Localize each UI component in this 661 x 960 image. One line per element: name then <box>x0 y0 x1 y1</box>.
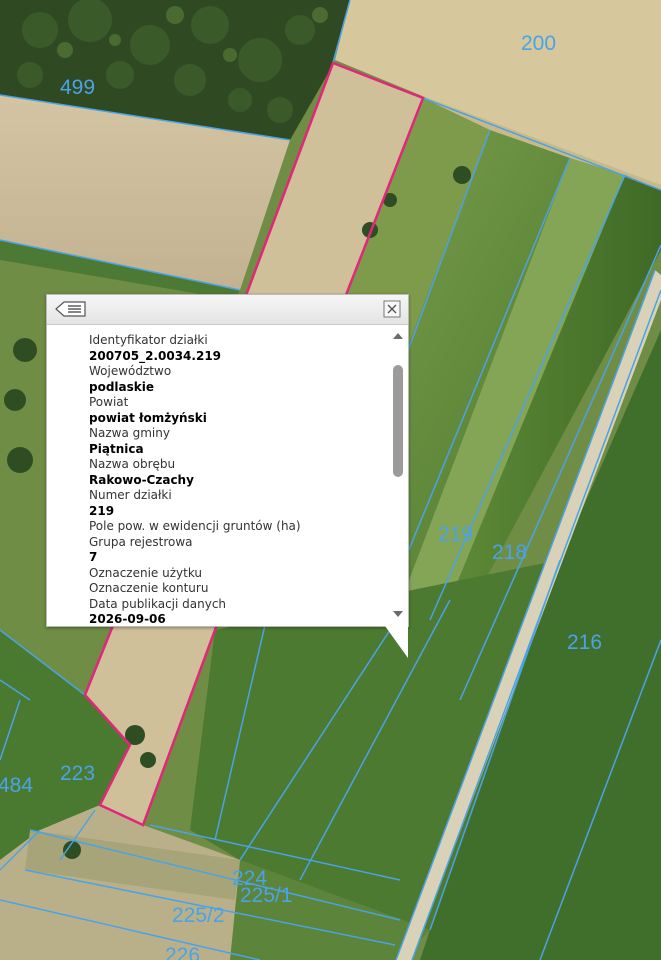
label-identyfikator: Identyfikator działki <box>89 333 208 347</box>
value-grupa-rejestrowa: 7 <box>89 550 98 564</box>
parcel-label-499: 499 <box>60 76 95 99</box>
scroll-thumb[interactable] <box>393 365 403 477</box>
parcel-label-484: 484 <box>0 774 33 797</box>
parcel-info-popup: Identyfikator działki 200705_2.0034.219 … <box>46 294 409 627</box>
value-wojewodztwo: podlaskie <box>89 379 155 394</box>
parcel-label-216: 216 <box>567 631 602 654</box>
label-oznaczenie-konturu: Oznaczenie konturu <box>89 581 209 595</box>
parcel-label-219: 219 <box>438 523 473 546</box>
value-numer-dzialki: 219 <box>89 503 115 518</box>
label-pole-powierzchni: Pole pow. w ewidencji gruntów (ha) <box>89 519 301 533</box>
list-back-button[interactable] <box>54 300 88 318</box>
parcel-label-226: 226 <box>165 944 200 960</box>
value-obreb: Rakowo-Czachy <box>89 472 194 487</box>
label-grupa-rejestrowa: Grupa rejestrowa <box>89 534 193 549</box>
parcel-label-225-2: 225/2 <box>172 904 225 927</box>
label-gmina: Nazwa gminy <box>89 426 170 440</box>
value-powiat: powiat łomżyński <box>89 410 207 425</box>
label-data-publikacji: Data publikacji danych <box>89 596 227 611</box>
popup-header <box>47 295 408 325</box>
value-gmina: Piątnica <box>89 441 144 456</box>
scroll-down-arrow-icon[interactable] <box>393 611 403 617</box>
parcel-label-200: 200 <box>521 32 556 55</box>
popup-pointer <box>385 626 408 658</box>
list-back-icon <box>55 301 86 317</box>
value-data-publikacji: 2026-09-06 <box>89 612 166 626</box>
label-wojewodztwo: Województwo <box>89 364 172 378</box>
label-oznaczenie-uzytku: Oznaczenie użytku <box>89 565 203 580</box>
label-powiat: Powiat <box>89 395 129 409</box>
parcel-attributes: Identyfikator działki 200705_2.0034.219 … <box>89 333 301 626</box>
parcel-label-218: 218 <box>492 541 527 564</box>
popup-scrollbar[interactable] <box>391 325 406 626</box>
close-icon <box>383 300 401 318</box>
parcel-label-223: 223 <box>60 762 95 785</box>
popup-body: Identyfikator działki 200705_2.0034.219 … <box>47 325 391 626</box>
parcel-label-225-1: 225/1 <box>240 884 293 907</box>
label-numer-dzialki: Numer działki <box>89 488 172 502</box>
value-identyfikator: 200705_2.0034.219 <box>89 348 222 363</box>
close-button[interactable] <box>383 300 401 318</box>
label-obreb: Nazwa obrębu <box>89 457 176 471</box>
scroll-up-arrow-icon[interactable] <box>393 333 403 339</box>
